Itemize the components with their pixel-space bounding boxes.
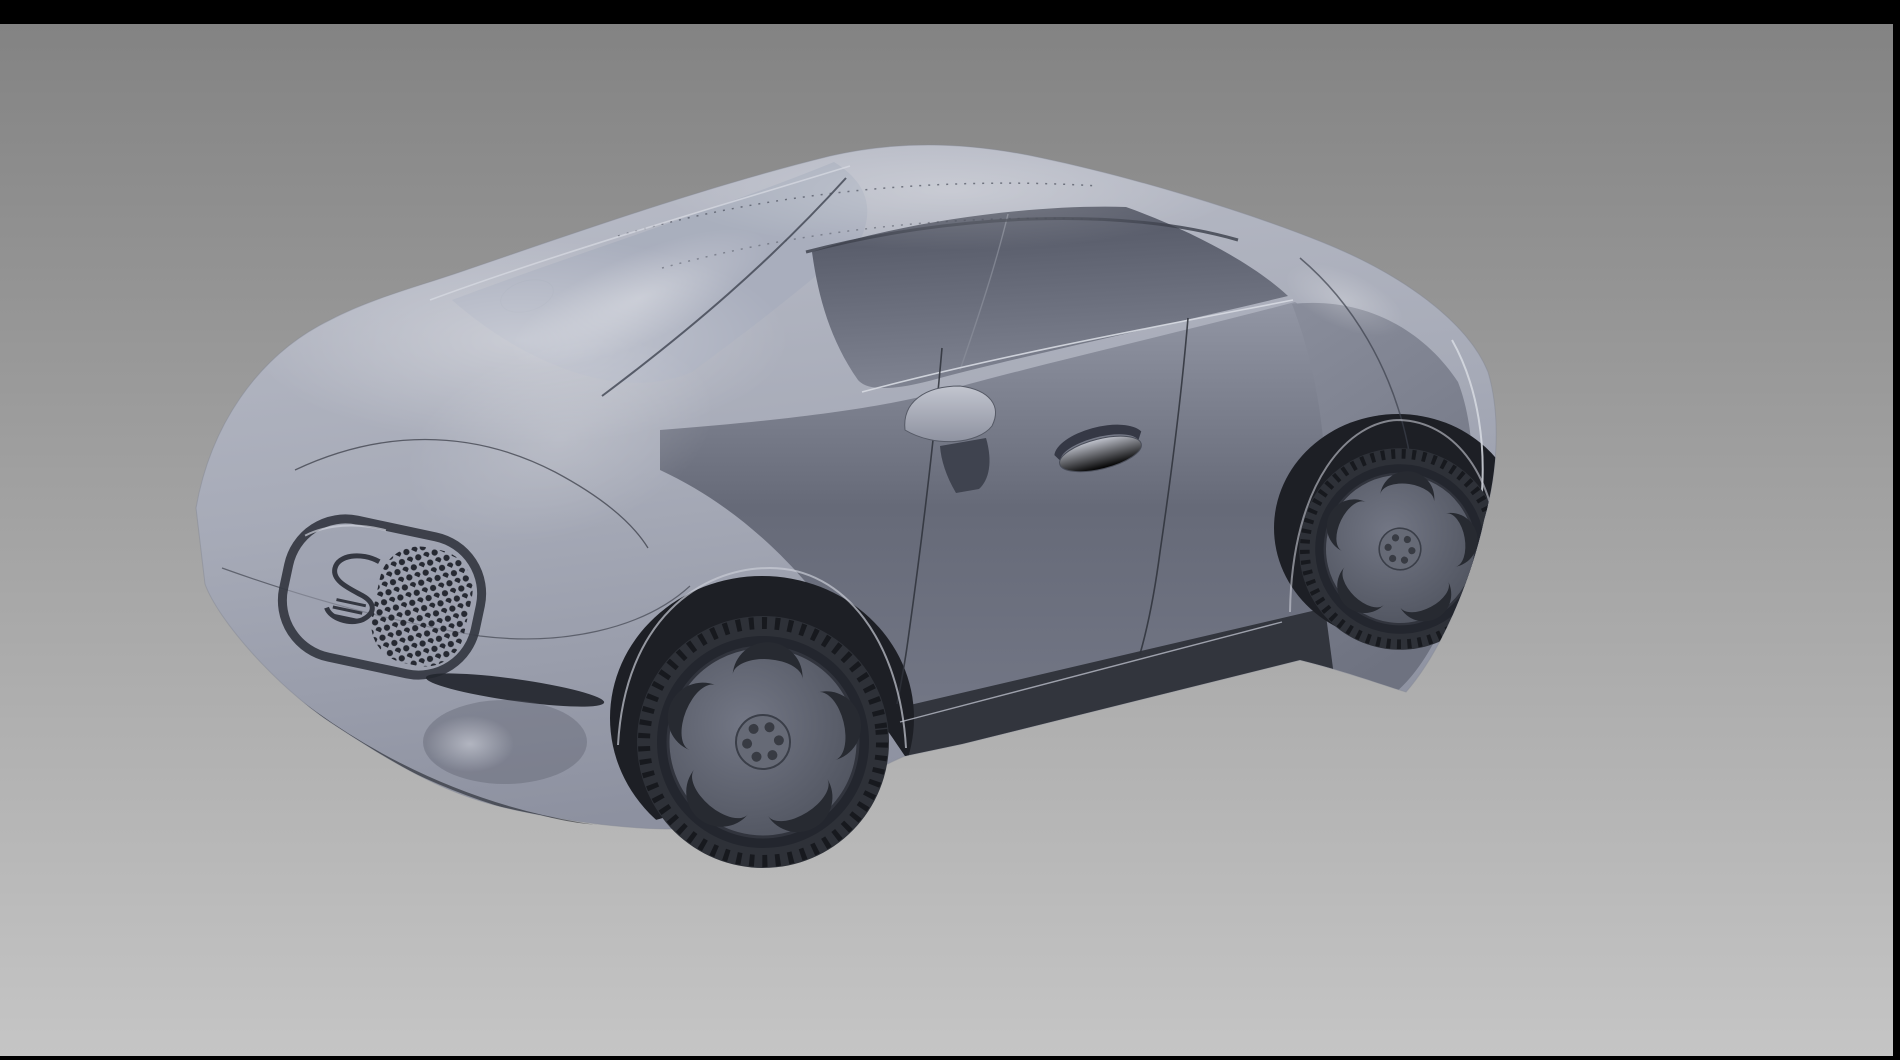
- fog-pocket-glow: [426, 716, 514, 772]
- cad-viewport[interactable]: [0, 0, 1900, 1060]
- letterbox-top-bar: [0, 0, 1900, 24]
- letterbox-right-bar: [1893, 0, 1900, 1060]
- render-canvas: [0, 0, 1900, 1060]
- letterbox-bottom-bar: [0, 1056, 1900, 1060]
